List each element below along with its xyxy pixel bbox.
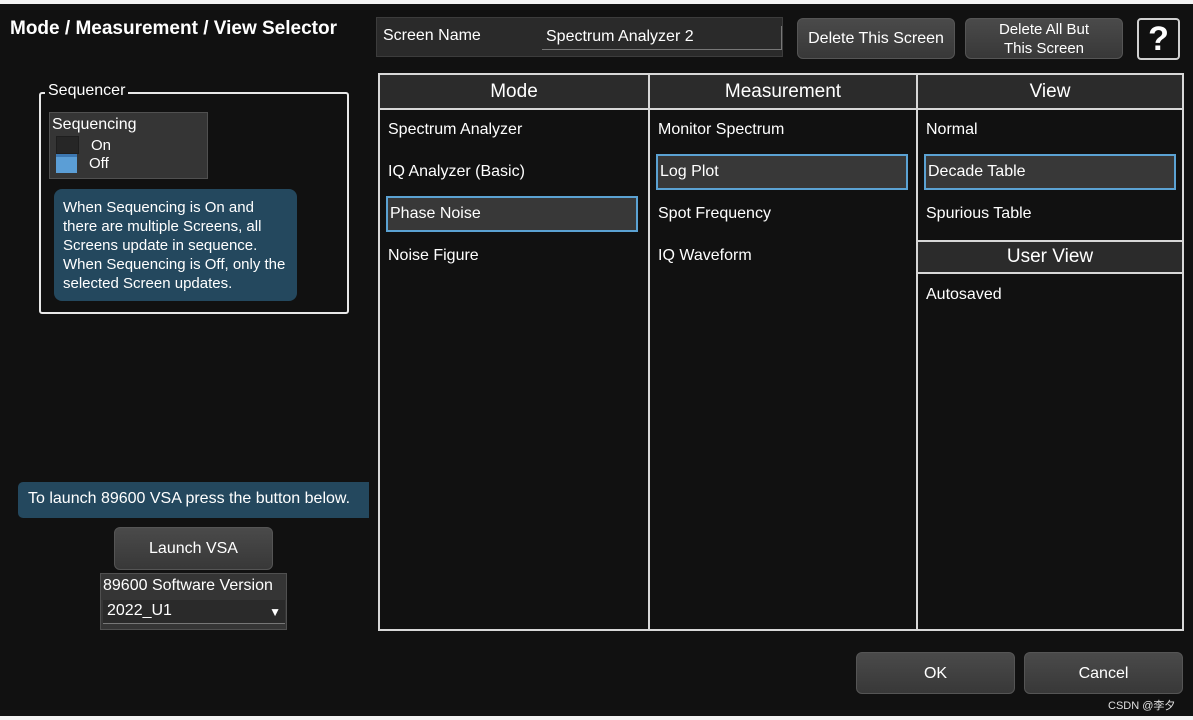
selector-table: Mode Spectrum Analyzer IQ Analyzer (Basi… xyxy=(378,73,1184,631)
view-column: View Normal Decade Table Spurious Table … xyxy=(918,75,1182,629)
mode-item-phase-noise[interactable]: Phase Noise xyxy=(386,196,638,232)
view-header: View xyxy=(918,75,1182,110)
sequencing-option-off-label: Off xyxy=(89,155,109,172)
vsa-version-group: 89600 Software Version 2022_U1 ▼ xyxy=(100,573,287,630)
help-button[interactable]: ? xyxy=(1137,18,1180,60)
delete-this-screen-button[interactable]: Delete This Screen xyxy=(797,18,955,59)
measurement-header: Measurement xyxy=(650,75,916,110)
sequencing-option-on-label: On xyxy=(91,136,112,154)
ok-button[interactable]: OK xyxy=(856,652,1015,694)
bottom-border xyxy=(0,716,1193,720)
help-icon: ? xyxy=(1148,19,1169,58)
view-item-spurious-table[interactable]: Spurious Table xyxy=(924,196,1176,232)
measurement-item-log-plot[interactable]: Log Plot xyxy=(656,154,908,190)
sequencing-label: Sequencing xyxy=(52,116,137,133)
vsa-version-value: 2022_U1 xyxy=(107,602,172,619)
vsa-version-label: 89600 Software Version xyxy=(103,577,273,594)
screen-name-input[interactable]: Spectrum Analyzer 2 xyxy=(542,26,782,50)
sequencing-option-off[interactable]: Off xyxy=(56,154,109,173)
view-item-decade-table[interactable]: Decade Table xyxy=(924,154,1176,190)
delete-all-but-this-screen-button[interactable]: Delete All But This Screen xyxy=(965,18,1123,59)
sequencing-info-tooltip: When Sequencing is On and there are mult… xyxy=(54,189,297,301)
user-view-item-autosaved[interactable]: Autosaved xyxy=(924,277,1176,313)
vsa-version-select[interactable]: 2022_U1 ▼ xyxy=(103,600,285,624)
top-border xyxy=(0,0,1193,4)
radio-on-indicator xyxy=(56,136,79,154)
vsa-info-banner: To launch 89600 VSA press the button bel… xyxy=(18,482,369,518)
measurement-item-iq-waveform[interactable]: IQ Waveform xyxy=(656,238,908,274)
mode-item-iq-analyzer[interactable]: IQ Analyzer (Basic) xyxy=(386,154,638,190)
sequencing-control: Sequencing On Off xyxy=(49,112,208,179)
mode-column: Mode Spectrum Analyzer IQ Analyzer (Basi… xyxy=(380,75,650,629)
measurement-item-spot-frequency[interactable]: Spot Frequency xyxy=(656,196,908,232)
launch-vsa-button[interactable]: Launch VSA xyxy=(114,527,273,570)
mode-header: Mode xyxy=(380,75,648,110)
dropdown-arrow-icon: ▼ xyxy=(269,605,281,619)
watermark: CSDN @李夕 xyxy=(1108,700,1176,712)
sequencing-option-on[interactable]: On xyxy=(56,136,111,154)
screen-name-label: Screen Name xyxy=(383,27,481,44)
dialog-title: Mode / Measurement / View Selector xyxy=(10,18,337,39)
mode-item-noise-figure[interactable]: Noise Figure xyxy=(386,238,638,274)
cancel-button[interactable]: Cancel xyxy=(1024,652,1183,694)
measurement-column: Measurement Monitor Spectrum Log Plot Sp… xyxy=(650,75,918,629)
user-view-header: User View xyxy=(918,240,1182,274)
radio-off-indicator xyxy=(56,154,77,173)
screen-name-group: Screen Name Spectrum Analyzer 2 xyxy=(376,17,783,57)
view-item-normal[interactable]: Normal xyxy=(924,112,1176,148)
mode-item-spectrum-analyzer[interactable]: Spectrum Analyzer xyxy=(386,112,638,148)
sequencer-legend: Sequencer xyxy=(45,82,129,100)
measurement-item-monitor-spectrum[interactable]: Monitor Spectrum xyxy=(656,112,908,148)
